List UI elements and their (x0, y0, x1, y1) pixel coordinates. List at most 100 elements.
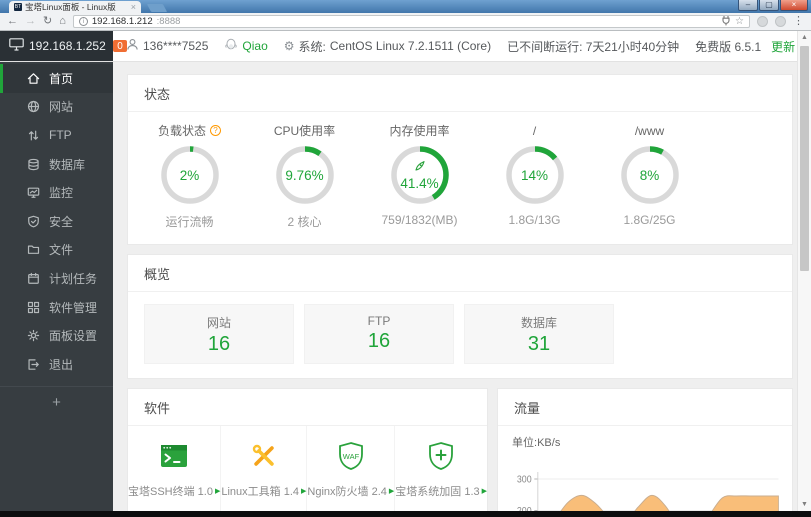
browser-tab[interactable]: BT 宝塔Linux面板 - Linux版 × (9, 1, 141, 13)
bookmark-star-icon[interactable]: ☆ (735, 16, 744, 27)
gauge-donut: 41.4% (389, 144, 451, 206)
topbar-right: 免费版 6.5.1 更新 修复 重启 (695, 38, 811, 55)
gauge-label: / (532, 123, 537, 138)
software-tile[interactable]: 宝塔SSH终端 1.0 ▶ (128, 426, 222, 511)
overview-count: 16 (207, 333, 231, 355)
scrollbar-thumb[interactable] (800, 46, 809, 271)
sidebar-item-home[interactable]: 首页 (0, 64, 113, 93)
sidebar-item-config[interactable]: 面板设置 (0, 321, 113, 350)
home-icon[interactable]: ⌂ (59, 16, 66, 27)
sidebar-item-label: 数据库 (49, 157, 86, 172)
gauge-value: 8% (639, 167, 660, 183)
gauge-donut: 2% (159, 144, 221, 206)
page-info-icon[interactable]: i (78, 17, 88, 26)
minimize-button[interactable]: – (738, 0, 758, 11)
server-ip-block: 192.168.1.252 0 (0, 31, 128, 61)
software-panel-title: 软件 (128, 389, 488, 426)
play-icon: ▶ (388, 487, 395, 495)
forward-icon[interactable]: → (25, 16, 36, 27)
overview-panel-title: 概览 (128, 255, 792, 292)
overview-box-数据库[interactable]: 数据库 31 (464, 304, 614, 364)
svg-text:300: 300 (517, 474, 532, 486)
gear-icon: ⚙ (283, 39, 295, 53)
overview-label: 数据库 (520, 316, 557, 330)
sidebar-item-crontab[interactable]: 计划任务 (0, 264, 113, 293)
uptime-text: 已不间断运行: 7天21小时40分钟 (507, 39, 680, 54)
transfer-icon (27, 129, 40, 142)
overview-box-FTP[interactable]: FTP 16 (304, 304, 454, 364)
overview-count: 31 (527, 333, 551, 355)
main-content: 状态 负载状态? 2% 运行流畅 CPU使用率 9.76% 2 核心 内存使用率 41.4% 7… (113, 62, 797, 511)
traffic-chart: 100200300 (517, 472, 779, 511)
shield-icon (27, 215, 40, 228)
software-label: Nginx防火墙 2.4 (307, 486, 387, 498)
sidebar-item-label: 面板设置 (49, 329, 98, 344)
sidebar-item-monitor[interactable]: 监控 (0, 178, 113, 207)
sidebar-item-database[interactable]: 数据库 (0, 150, 113, 179)
help-icon[interactable]: ? (210, 125, 221, 136)
sidebar-item-label: 退出 (49, 357, 74, 372)
overview-count: 16 (367, 330, 391, 352)
status-panel-title: 状态 (128, 75, 792, 112)
gauge-donut: 9.76% (274, 144, 336, 206)
qq-icon (224, 38, 238, 54)
sidebar-item-security[interactable]: 安全 (0, 207, 113, 236)
gauge-subtext: 运行流畅 (165, 215, 214, 229)
sidebar-add-button[interactable]: + (0, 387, 113, 418)
extension-icon[interactable] (775, 16, 786, 27)
software-grid: 宝塔SSH终端 1.0 ▶ Linux工具箱 1.4 ▶ WAF Nginx防火墙 2.4… (128, 426, 487, 511)
folder-icon (27, 243, 40, 256)
software-tile[interactable]: WAF Nginx防火墙 2.4 ▶ (307, 426, 396, 511)
sidebar-item-label: FTP (49, 128, 72, 143)
sidebar-item-label: 软件管理 (49, 300, 98, 315)
sidebar-item-logout[interactable]: 退出 (0, 350, 113, 379)
panel-topbar: 192.168.1.252 0 136****7525 Qiao ⚙ 系统: C… (0, 31, 811, 62)
play-icon: ▶ (481, 487, 488, 495)
address-bar[interactable]: i 192.168.1.212 :8888 ☆ (72, 15, 750, 29)
traffic-body: 单位:KB/s 100200300 (498, 426, 792, 511)
extension-icon[interactable] (757, 16, 768, 27)
maximize-button[interactable]: ▢ (759, 0, 779, 11)
account-phone[interactable]: 136****7525 (126, 38, 208, 54)
system-info: ⚙ 系统: CentOS Linux 7.2.1511 (Core) (284, 38, 491, 55)
logout-icon (27, 358, 40, 371)
overview-label: 网站 (206, 316, 231, 330)
browser-menu-icon[interactable]: ⋮ (793, 16, 804, 27)
server-ip: 192.168.1.252 (29, 39, 106, 53)
plugin-icon[interactable] (721, 15, 731, 29)
tab-favicon-icon: BT (14, 3, 22, 11)
traffic-unit-label: 单位:KB/s (512, 437, 561, 449)
sidebar-item-site[interactable]: 网站 (0, 93, 113, 122)
tools-icon (249, 441, 279, 471)
screen: BT 宝塔Linux面板 - Linux版 × – ▢ × ← → ↻ ⌂ i … (0, 0, 811, 517)
overview-box-网站[interactable]: 网站 16 (144, 304, 294, 364)
new-tab-button[interactable] (146, 4, 168, 12)
back-icon[interactable]: ← (7, 16, 18, 27)
terminal-icon (159, 441, 189, 471)
traffic-panel-title: 流量 (498, 389, 792, 426)
sidebar-item-ftp[interactable]: FTP (0, 121, 113, 150)
page-scrollbar[interactable]: ▲ ▼ (797, 31, 811, 511)
sidebar-item-files[interactable]: 文件 (0, 236, 113, 265)
gauge-donut: 8% (619, 144, 681, 206)
update-link[interactable]: 更新 (771, 38, 795, 55)
qq-contact-link[interactable]: Qiao (224, 38, 268, 54)
globe-icon (27, 100, 40, 113)
home-icon (27, 72, 40, 85)
gauge-label: 负载状态 (157, 124, 206, 138)
software-tile[interactable]: 宝塔系统加固 1.3 ▶ (395, 426, 487, 511)
sidebar-item-label: 网站 (49, 100, 74, 115)
scroll-up-arrow-icon[interactable]: ▲ (798, 31, 811, 44)
browser-toolbar: ← → ↻ ⌂ i 192.168.1.212 :8888 ☆ ⋮ (0, 13, 811, 31)
tab-close-icon[interactable]: × (131, 2, 136, 12)
svg-text:WAF: WAF (343, 452, 360, 461)
sidebar-item-soft[interactable]: 软件管理 (0, 293, 113, 322)
sidebar-item-label: 安全 (49, 214, 74, 229)
software-tile[interactable]: Linux工具箱 1.4 ▶ (221, 426, 308, 511)
scroll-down-arrow-icon[interactable]: ▼ (798, 498, 811, 511)
play-icon: ▶ (301, 487, 307, 495)
close-button[interactable]: × (780, 0, 808, 11)
bottom-row: 软件 宝塔SSH终端 1.0 ▶ Linux工具箱 1.4 ▶ WAF Nginx防火墙 … (127, 388, 793, 511)
reload-icon[interactable]: ↻ (43, 16, 52, 27)
gauge-label: CPU使用率 (273, 124, 336, 138)
